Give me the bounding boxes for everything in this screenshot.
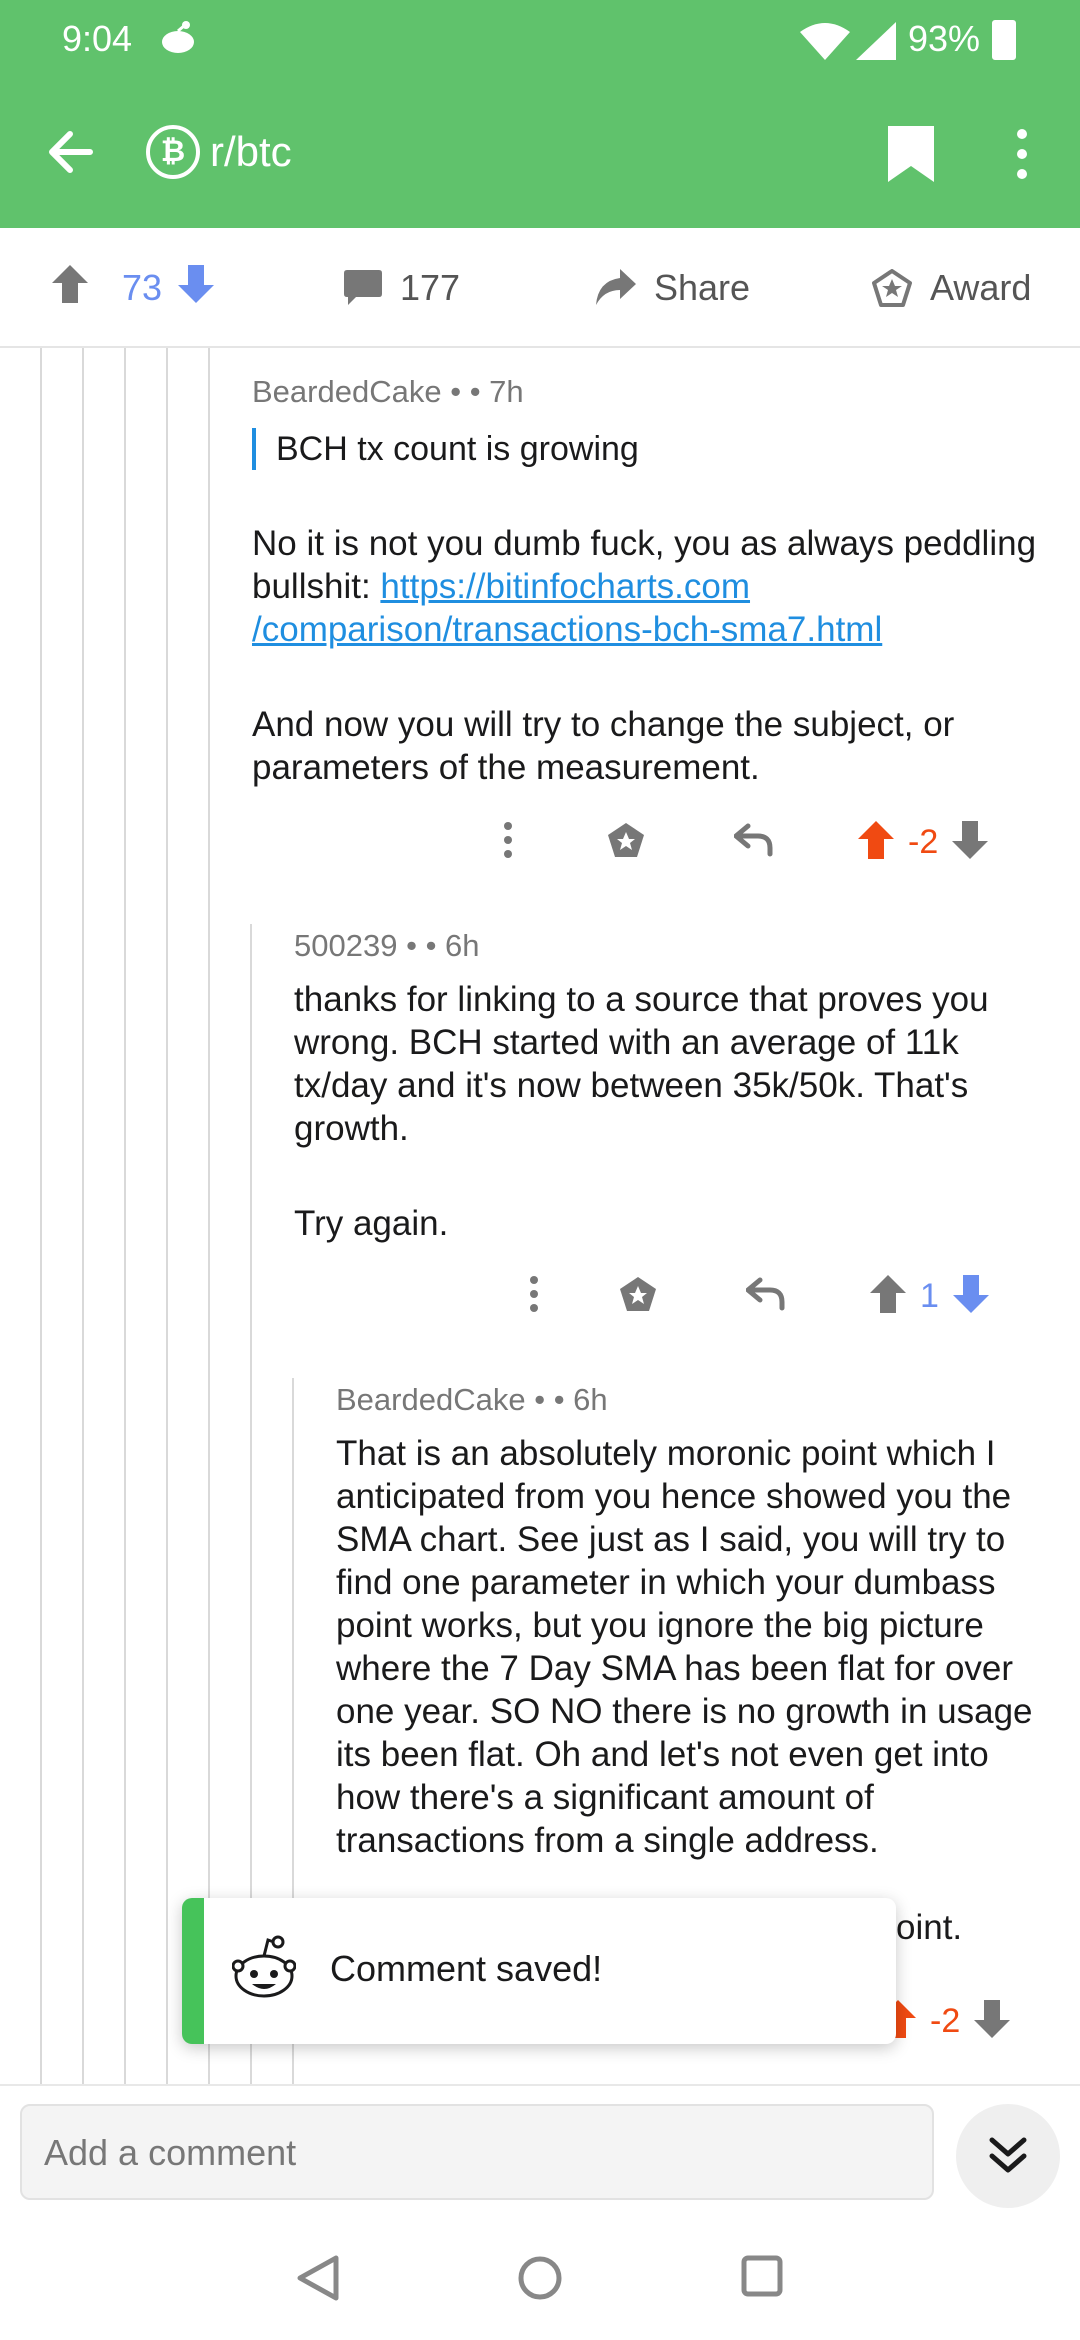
- collapse-comments-button[interactable]: [956, 2104, 1060, 2208]
- upvote-icon[interactable]: [870, 1275, 906, 1318]
- subreddit-bitcoin-icon[interactable]: ₿: [146, 125, 200, 179]
- reply-icon[interactable]: [745, 1276, 786, 1317]
- comment-thread: BeardedCake • • 7h BCH tx count is growi…: [0, 348, 1080, 2084]
- award-button[interactable]: Award: [872, 228, 1031, 348]
- comment-composer: Add a comment: [0, 2084, 1080, 2214]
- comments-count-button[interactable]: 177: [344, 228, 460, 348]
- thread-line[interactable]: [208, 348, 210, 2084]
- comment-actions: -2: [502, 820, 989, 865]
- battery-icon: [992, 20, 1016, 60]
- toast-notification: Comment saved!: [182, 1898, 896, 2044]
- comment-paragraph: Try again.: [294, 1204, 449, 1243]
- downvote-icon[interactable]: [974, 2000, 1011, 2043]
- share-label: Share: [654, 267, 751, 308]
- comment-age: • 6h: [553, 1382, 608, 1417]
- comment-dot: •: [450, 374, 462, 409]
- comment-score: -2: [930, 2002, 961, 2040]
- wifi-icon: [800, 22, 850, 65]
- post-score: 73: [122, 267, 163, 308]
- reddit-notification-icon: [158, 20, 198, 61]
- comment-paragraph: thanks for linking to a source that prov…: [294, 980, 989, 1148]
- comment-author[interactable]: BeardedCake: [336, 1382, 526, 1417]
- thread-line[interactable]: [40, 348, 42, 2084]
- thread-line[interactable]: [166, 348, 168, 2084]
- thread-line[interactable]: [124, 348, 126, 2084]
- comment-body: thanks for linking to a source that prov…: [294, 978, 1054, 1245]
- comment-link[interactable]: https://bitinfocharts.com: [380, 567, 750, 606]
- comment-paragraph: That is an absolutely moronic point whic…: [336, 1434, 1033, 1860]
- post-vote-group: 73: [52, 228, 232, 348]
- comment-actions: 1: [528, 1274, 989, 1319]
- subreddit-name[interactable]: r/btc: [210, 128, 292, 176]
- comment-more-icon[interactable]: [502, 820, 514, 865]
- bookmark-icon[interactable]: [888, 126, 934, 187]
- share-button[interactable]: Share: [594, 228, 750, 348]
- comment-author[interactable]: BeardedCake: [252, 374, 442, 409]
- more-options-icon[interactable]: [1010, 126, 1034, 187]
- award-label: Award: [930, 267, 1032, 308]
- thread-line[interactable]: [82, 348, 84, 2084]
- comment-paragraph: And now you will try to change the subje…: [252, 705, 955, 787]
- app-bar: ₿ r/btc: [0, 80, 1080, 228]
- battery-percent: 93%: [908, 18, 981, 59]
- nav-home-icon[interactable]: [516, 2254, 564, 2307]
- comment-dot: •: [534, 1382, 546, 1417]
- status-time: 9:04: [62, 18, 133, 59]
- toast-message: Comment saved!: [330, 1948, 603, 1989]
- reddit-snoo-icon: [231, 1934, 297, 2009]
- comment-body: No it is not you dumb fuck, you as alway…: [252, 522, 1052, 789]
- back-arrow-icon[interactable]: [44, 126, 96, 183]
- nav-recents-icon[interactable]: [740, 2254, 784, 2303]
- system-nav-bar: [0, 2214, 1080, 2340]
- comment-meta: 500239 • • 6h: [294, 928, 1054, 964]
- comments-count: 177: [400, 267, 461, 308]
- nav-back-icon[interactable]: [296, 2254, 340, 2307]
- comment-author[interactable]: 500239: [294, 928, 397, 963]
- downvote-icon[interactable]: [952, 1275, 989, 1318]
- comment-score: -2: [908, 823, 939, 861]
- comment-age: • 7h: [469, 374, 524, 409]
- comment-more-icon[interactable]: [528, 1274, 540, 1319]
- downvote-icon[interactable]: [952, 821, 989, 864]
- upvote-icon[interactable]: [52, 264, 106, 312]
- upvote-icon[interactable]: [858, 821, 894, 864]
- award-icon[interactable]: [606, 821, 646, 864]
- comment-body: That is an absolutely moronic point whic…: [336, 1432, 1060, 1862]
- status-bar: 9:04 93%: [0, 0, 1080, 80]
- comment-partial-text: oint.: [896, 1908, 963, 1947]
- toast-accent: [182, 1898, 204, 2044]
- comment-paragraph: No it is not you dumb fuck, you as alway…: [252, 522, 1052, 651]
- comment-meta: BeardedCake • • 6h: [336, 1382, 1060, 1418]
- post-action-bar: 73 177 Share Award: [0, 228, 1080, 348]
- comment-meta: BeardedCake • • 7h: [252, 374, 1052, 410]
- signal-icon: [856, 22, 896, 65]
- comment-actions: -2: [880, 2000, 1011, 2043]
- double-chevron-down-icon: [989, 2137, 1027, 2173]
- comment-quote: BCH tx count is growing: [252, 428, 1052, 470]
- reply-icon[interactable]: [733, 822, 774, 863]
- comment-link[interactable]: /comparison/transactions-bch-sma7.html: [252, 610, 882, 649]
- comment-score: 1: [920, 1277, 939, 1315]
- downvote-icon[interactable]: [178, 264, 232, 312]
- comment: BeardedCake • • 6h That is an absolutely…: [336, 1382, 1060, 1862]
- comment-dot: •: [406, 928, 417, 963]
- comment: BeardedCake • • 7h BCH tx count is growi…: [252, 374, 1052, 789]
- comment: 500239 • • 6h thanks for linking to a so…: [294, 928, 1054, 1245]
- award-icon[interactable]: [618, 1275, 658, 1318]
- comment-age: • 6h: [425, 928, 480, 963]
- add-comment-input[interactable]: Add a comment: [20, 2104, 934, 2200]
